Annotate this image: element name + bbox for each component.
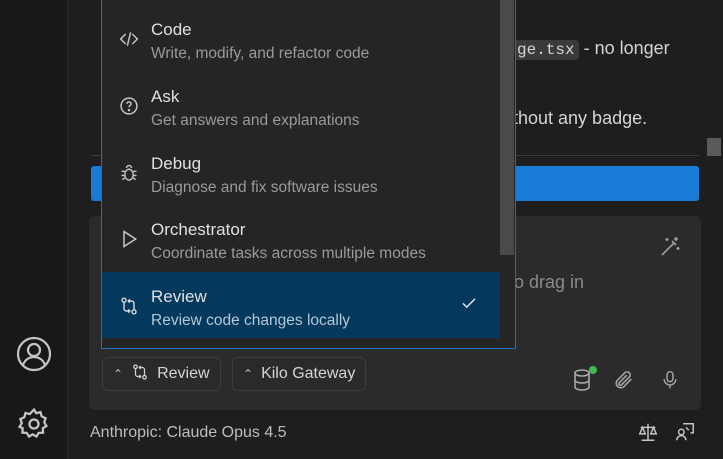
mode-item-desc: Write, modify, and refactor code: [151, 45, 370, 62]
mode-selector-button[interactable]: ⌃ Review: [102, 357, 221, 391]
git-compare-icon: [131, 363, 149, 386]
bug-icon: [118, 162, 140, 184]
mode-item-title: Debug: [151, 154, 202, 173]
mode-item-title: Code: [151, 20, 192, 39]
mode-item-ask[interactable]: Ask Get answers and explanations: [102, 72, 500, 138]
gateway-selector-label: Kilo Gateway: [261, 365, 356, 382]
chat-message-line-2: thout any badge.: [513, 108, 648, 128]
mode-selector-label: Review: [157, 365, 210, 382]
chat-scrollbar-thumb[interactable]: [707, 138, 721, 156]
code-icon: [118, 28, 140, 50]
account-icon[interactable]: [14, 334, 54, 374]
balance-scale-icon[interactable]: [634, 418, 662, 446]
mode-item-debug[interactable]: Debug Diagnose and fix software issues: [102, 139, 500, 205]
mode-item-code[interactable]: Code Write, modify, and refactor code: [102, 5, 500, 71]
mode-item-desc: Get answers and explanations: [151, 112, 360, 129]
mode-item-title: Ask: [151, 87, 180, 106]
inline-code: ge.tsx: [513, 40, 579, 60]
mode-item-desc: Review code changes locally: [151, 312, 351, 329]
database-icon[interactable]: [568, 366, 597, 394]
mode-item-desc: Diagnose and fix software issues: [151, 179, 378, 196]
attach-paperclip-icon[interactable]: [610, 366, 638, 394]
chevron-up-icon: ⌃: [243, 367, 254, 381]
input-placeholder: o drag in: [514, 272, 585, 292]
mode-item-orchestrator[interactable]: Orchestrator Coordinate tasks across mul…: [102, 205, 500, 271]
enhance-prompt-icon[interactable]: [656, 233, 684, 261]
mode-item-title: Orchestrator: [151, 220, 246, 239]
chevron-up-icon: ⌃: [113, 367, 124, 381]
mode-item-title: Review: [151, 287, 207, 306]
question-circle-icon: [118, 95, 140, 117]
mode-item-review[interactable]: Review Review code changes locally: [102, 272, 500, 338]
chat-message-line-1: ge.tsx - no longer: [513, 38, 670, 60]
dropdown-scrollbar[interactable]: [500, 0, 514, 255]
microphone-icon[interactable]: [656, 366, 684, 394]
activity-bar: [0, 0, 68, 459]
gateway-selector-button[interactable]: ⌃ Kilo Gateway: [232, 357, 367, 391]
status-dot: [589, 366, 597, 374]
feedback-chat-icon[interactable]: [671, 418, 699, 446]
mode-item-desc: Coordinate tasks across multiple modes: [151, 245, 426, 262]
chat-text: - no longer: [583, 38, 670, 58]
checkmark-icon: [460, 294, 482, 316]
play-outline-icon: [118, 228, 140, 250]
model-status-label: Anthropic: Claude Opus 4.5: [90, 424, 287, 441]
settings-gear-icon[interactable]: [14, 404, 54, 444]
app-window: ge.tsx - no longer thout any badge. o dr…: [0, 0, 723, 459]
git-compare-icon: [118, 295, 140, 317]
